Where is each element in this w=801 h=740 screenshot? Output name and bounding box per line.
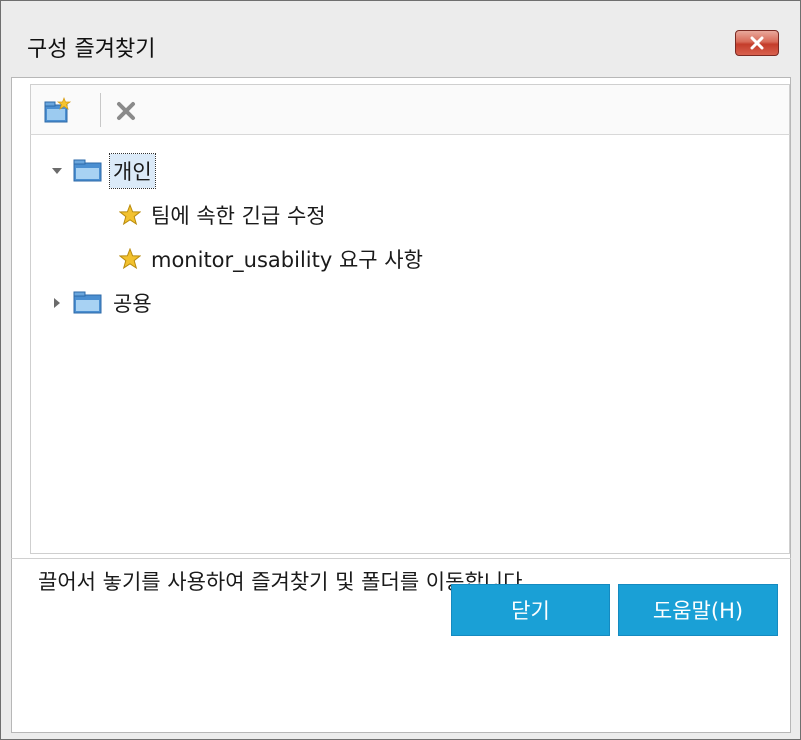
tree-node-public[interactable]: 공용 bbox=[51, 285, 152, 321]
delete-icon bbox=[117, 102, 135, 120]
help-button[interactable]: 도움말(H) bbox=[618, 584, 778, 636]
folder-icon bbox=[73, 291, 102, 314]
star-icon bbox=[119, 204, 141, 226]
favorites-tree: 개인 팀에 속한 긴급 수정 monitor_usability 요구 사항 공… bbox=[30, 134, 790, 554]
tree-node-favorite[interactable]: monitor_usability 요구 사항 bbox=[119, 241, 423, 277]
star-icon bbox=[119, 248, 141, 270]
favorites-toolbar bbox=[30, 84, 790, 134]
tree-node-personal[interactable]: 개인 bbox=[51, 153, 156, 189]
favorite-label[interactable]: monitor_usability 요구 사항 bbox=[151, 244, 423, 274]
tree-node-favorite[interactable]: 팀에 속한 긴급 수정 bbox=[119, 197, 326, 233]
new-folder-icon bbox=[44, 97, 71, 123]
folder-icon bbox=[73, 159, 102, 182]
close-icon bbox=[750, 36, 764, 50]
tree-label-personal[interactable]: 개인 bbox=[109, 153, 156, 189]
close-window-button[interactable] bbox=[735, 30, 779, 56]
tree-label-public[interactable]: 공용 bbox=[113, 288, 152, 318]
new-folder-button[interactable] bbox=[41, 95, 73, 127]
toolbar-separator bbox=[100, 93, 101, 127]
triangle-down-icon[interactable] bbox=[51, 165, 63, 177]
organize-favorites-dialog: 구성 즐겨찾기 개인 팀에 속한 긴급 수정 monitor_usability… bbox=[0, 0, 801, 740]
triangle-right-icon[interactable] bbox=[51, 297, 63, 309]
delete-button[interactable] bbox=[110, 95, 142, 127]
footer-divider bbox=[11, 558, 791, 559]
favorite-label[interactable]: 팀에 속한 긴급 수정 bbox=[151, 200, 326, 230]
close-button[interactable]: 닫기 bbox=[451, 584, 610, 636]
dialog-title: 구성 즐겨찾기 bbox=[27, 37, 156, 62]
title-bar[interactable]: 구성 즐겨찾기 bbox=[1, 1, 800, 77]
